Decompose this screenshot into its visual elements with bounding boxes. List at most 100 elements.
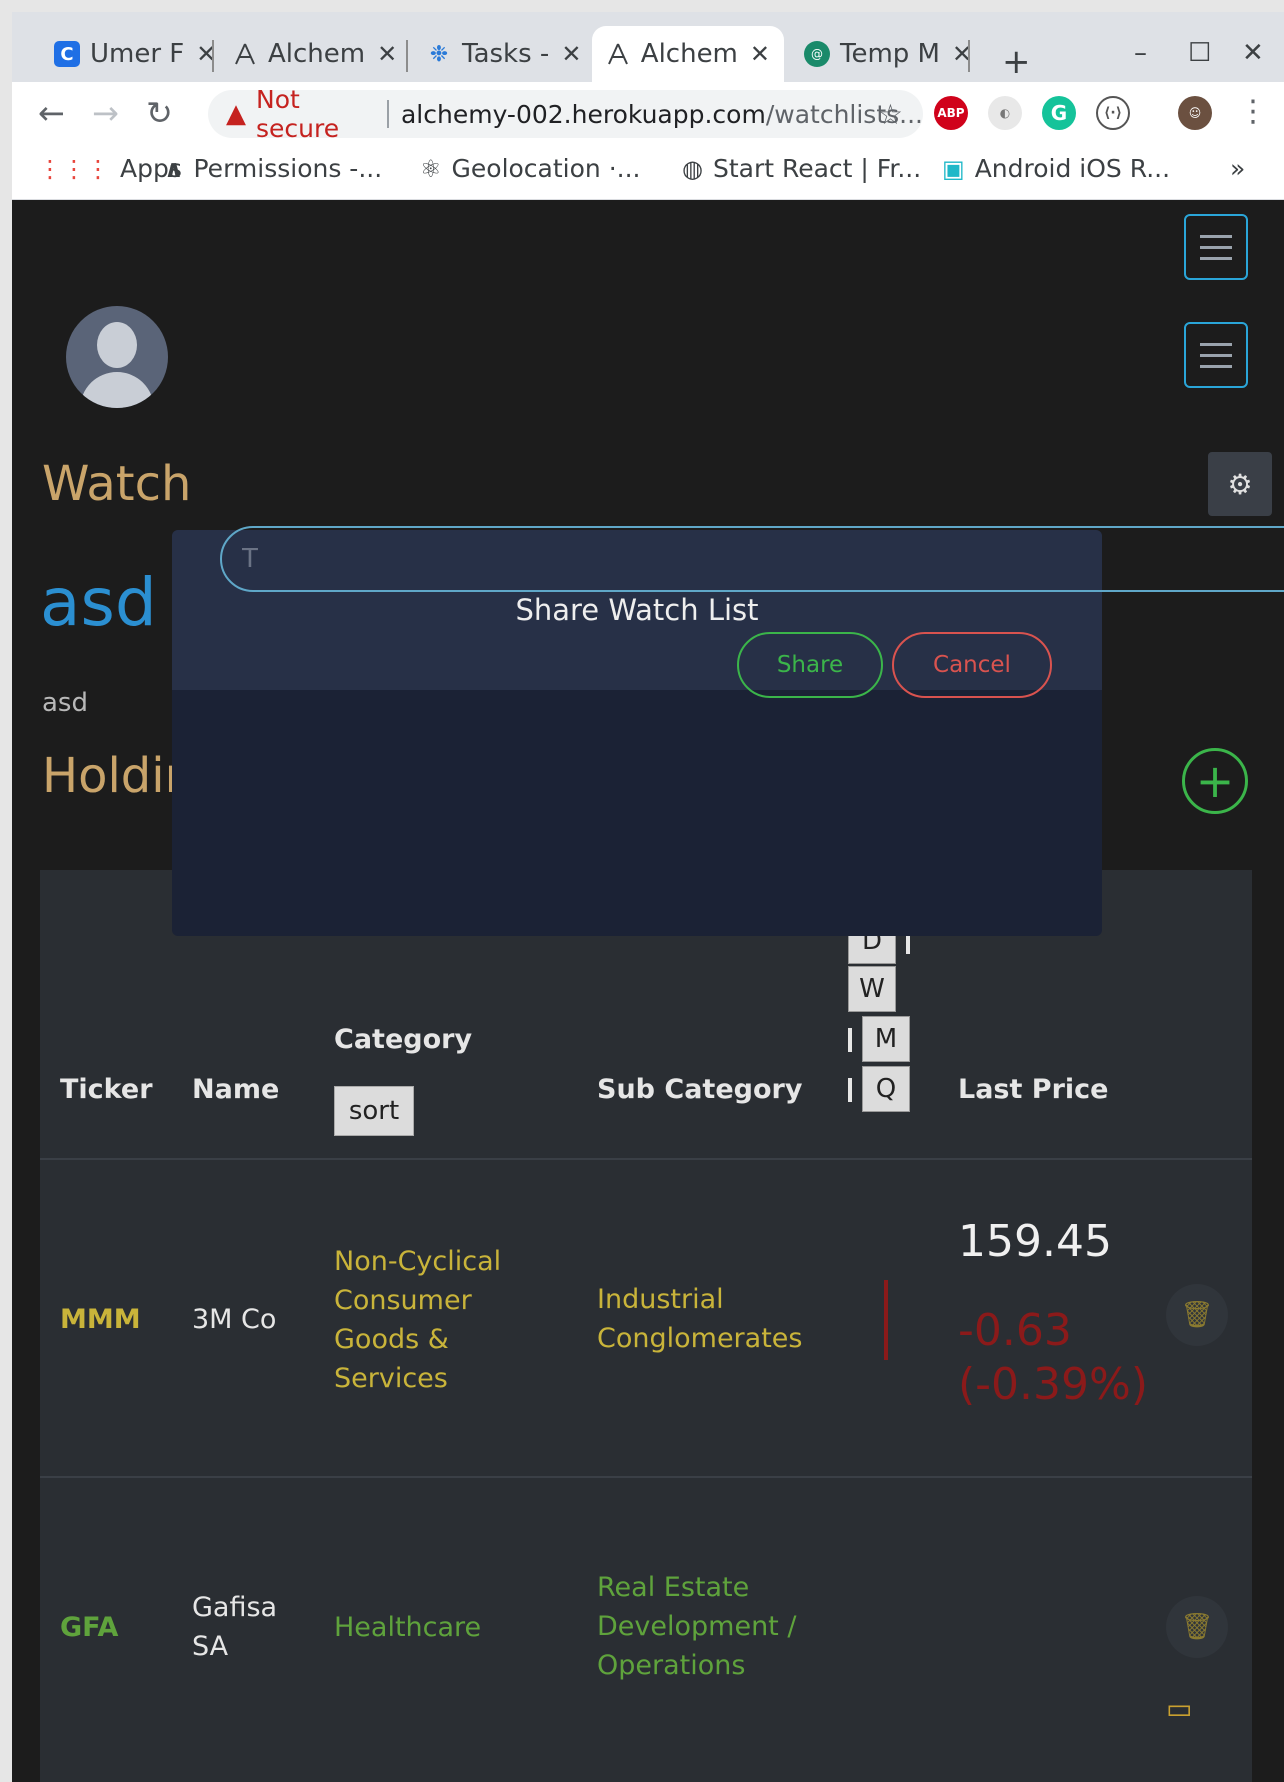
adblock-icon[interactable]: ABP	[934, 96, 968, 130]
bookmark-android[interactable]: ▣ Android iOS R...	[942, 154, 1170, 183]
bookmark-apps[interactable]: ⋮⋮⋮ Apps	[38, 154, 182, 183]
hamburger-menu-button-secondary[interactable]	[1184, 322, 1248, 388]
row-category: Non-Cyclical Consumer Goods & Services	[334, 1246, 502, 1394]
row-sub-category: Real Estate Development / Operations	[597, 1572, 797, 1681]
user-avatar	[66, 306, 168, 408]
trash-icon[interactable]: 🗑	[1166, 1596, 1228, 1658]
maximize-button[interactable]: ☐	[1188, 38, 1211, 68]
header-last-price[interactable]: Last Price	[958, 1074, 1108, 1105]
address-bar[interactable]: ▲ Not secure alchemy-002.herokuapp.com/w…	[208, 85, 923, 143]
security-label: Not secure	[256, 85, 340, 143]
browser-toolbar: ← → ↻ ▲ Not secure alchemy-002.herokuapp…	[12, 82, 1284, 144]
tab-label: Tasks -	[462, 39, 550, 69]
row-name: Gafisa SA	[192, 1592, 278, 1662]
url-host: alchemy-002.herokuapp.com	[400, 99, 766, 129]
row-ticker[interactable]: GFA	[60, 1608, 118, 1647]
tab-strip: C Umer F ✕ Alchem ✕ ❉ Tasks - ✕ Alchem ✕…	[12, 12, 1284, 82]
header-ticker[interactable]: Ticker	[60, 1074, 153, 1105]
code-extension-icon[interactable]: ⟨·⟩	[1096, 96, 1130, 130]
apps-grid-icon: ⋮⋮⋮	[38, 154, 110, 183]
bookmark-geolocation[interactable]: ⚛ Geolocation ·...	[420, 154, 641, 183]
sparkline	[884, 1280, 888, 1360]
extension-gray-icon[interactable]: ◐	[988, 96, 1022, 130]
alchemy-icon	[606, 41, 631, 67]
bookmark-start-react[interactable]: ◍ Start React | Fr...	[682, 154, 921, 183]
grammarly-icon[interactable]: G	[1042, 96, 1076, 130]
bookmark-label: Android iOS R...	[974, 154, 1171, 183]
row-name: 3M Co	[192, 1304, 277, 1335]
url-text: alchemy-002.herokuapp.com/watchlists...	[401, 100, 923, 129]
sort-button[interactable]: sort	[334, 1086, 414, 1136]
row-last-price: 159.45	[958, 1216, 1112, 1267]
gear-icon[interactable]: ⚙	[1208, 452, 1272, 516]
address-separator	[387, 100, 389, 128]
tasks-icon: ❉	[429, 41, 449, 67]
minimize-button[interactable]: –	[1134, 38, 1147, 68]
close-icon[interactable]: ✕	[561, 40, 581, 68]
share-button[interactable]: Share	[737, 632, 883, 698]
tab-alchemy-active[interactable]: Alchem ✕	[592, 26, 784, 82]
comment-icon[interactable]: ▭	[1166, 1692, 1192, 1725]
row-change-percent: (-0.39%)	[958, 1359, 1148, 1410]
android-icon: ▣	[942, 154, 965, 183]
bookmark-label: Geolocation ·...	[451, 154, 641, 183]
row-ticker[interactable]: MMM	[60, 1300, 141, 1339]
watchlist-name: asd	[40, 564, 157, 641]
period-divider	[848, 1028, 852, 1052]
temp-mail-icon: @	[804, 41, 830, 67]
table-row[interactable]: MMM 3M Co Non-Cyclical Consumer Goods & …	[40, 1160, 1252, 1478]
period-divider	[848, 1078, 852, 1102]
globe-icon: ◍	[682, 154, 703, 183]
bookmark-label: Permissions -...	[193, 154, 383, 183]
table-row[interactable]: GFA Gafisa SA Healthcare Real Estate Dev…	[40, 1478, 1252, 1782]
header-sub-category[interactable]: Sub Category	[597, 1074, 802, 1105]
tab-tasks[interactable]: ❉ Tasks - ✕	[412, 26, 595, 82]
header-category[interactable]: Category	[334, 1024, 472, 1055]
trash-icon[interactable]: 🗑	[1166, 1284, 1228, 1346]
coursera-icon: C	[54, 41, 80, 67]
watchlist-description: asd	[42, 688, 88, 718]
bookmark-permissions[interactable]: ∧ Permissions -...	[164, 154, 382, 183]
period-month-button[interactable]: M	[862, 1016, 910, 1062]
caret-logo-icon: ∧	[164, 154, 184, 183]
watchlist-heading: Watch	[42, 456, 192, 512]
forward-icon[interactable]: →	[92, 94, 119, 132]
hamburger-menu-button[interactable]	[1184, 214, 1248, 280]
warning-icon: ▲	[226, 99, 246, 129]
tab-separator	[212, 40, 214, 72]
tab-label: Umer F	[90, 39, 185, 69]
cancel-button[interactable]: Cancel	[892, 632, 1052, 698]
tab-label: Temp M	[840, 39, 940, 69]
row-change: -0.63	[958, 1305, 1072, 1356]
tab-temp-mail[interactable]: @ Temp M ✕	[790, 26, 986, 82]
row-category: Healthcare	[334, 1612, 482, 1643]
period-week-button[interactable]: W	[848, 966, 896, 1012]
bookmarks-more-button[interactable]: »	[1230, 154, 1245, 183]
add-holding-button[interactable]: +	[1182, 748, 1248, 814]
bookmark-star-icon[interactable]: ☆	[878, 98, 903, 131]
alchemy-icon	[232, 41, 258, 67]
reload-icon[interactable]: ↻	[146, 94, 173, 132]
tab-separator	[406, 40, 408, 72]
tab-label: Alchem	[640, 39, 738, 69]
menu-kebab-icon[interactable]: ⋮	[1238, 94, 1268, 129]
bookmark-label: Start React | Fr...	[712, 154, 922, 183]
row-sub-category: Industrial Conglomerates	[597, 1284, 803, 1354]
tab-alchemy-1[interactable]: Alchem ✕	[218, 26, 411, 82]
close-icon[interactable]: ✕	[377, 40, 397, 68]
period-quarter-button[interactable]: Q	[862, 1066, 910, 1112]
bookmarks-bar: ⋮⋮⋮ Apps ∧ Permissions -... ⚛ Geolocatio…	[12, 144, 1284, 200]
close-icon[interactable]: ✕	[750, 40, 770, 68]
tab-umer[interactable]: C Umer F ✕	[40, 26, 230, 82]
tab-label: Alchem	[268, 39, 366, 69]
app-page: Watch asd asd ⚙ Holdings + Ticker Name C…	[12, 200, 1284, 1782]
tab-separator	[968, 40, 970, 72]
profile-avatar-icon[interactable]: ☺	[1178, 96, 1212, 130]
holdings-table: Ticker Name Category sort Sub Category D…	[40, 870, 1252, 1782]
share-email-input[interactable]	[220, 526, 1284, 592]
back-icon[interactable]: ←	[38, 94, 65, 132]
new-tab-button[interactable]: +	[1002, 42, 1031, 82]
close-window-button[interactable]: ✕	[1242, 38, 1264, 68]
react-icon: ⚛	[420, 154, 442, 183]
header-name[interactable]: Name	[192, 1074, 279, 1105]
